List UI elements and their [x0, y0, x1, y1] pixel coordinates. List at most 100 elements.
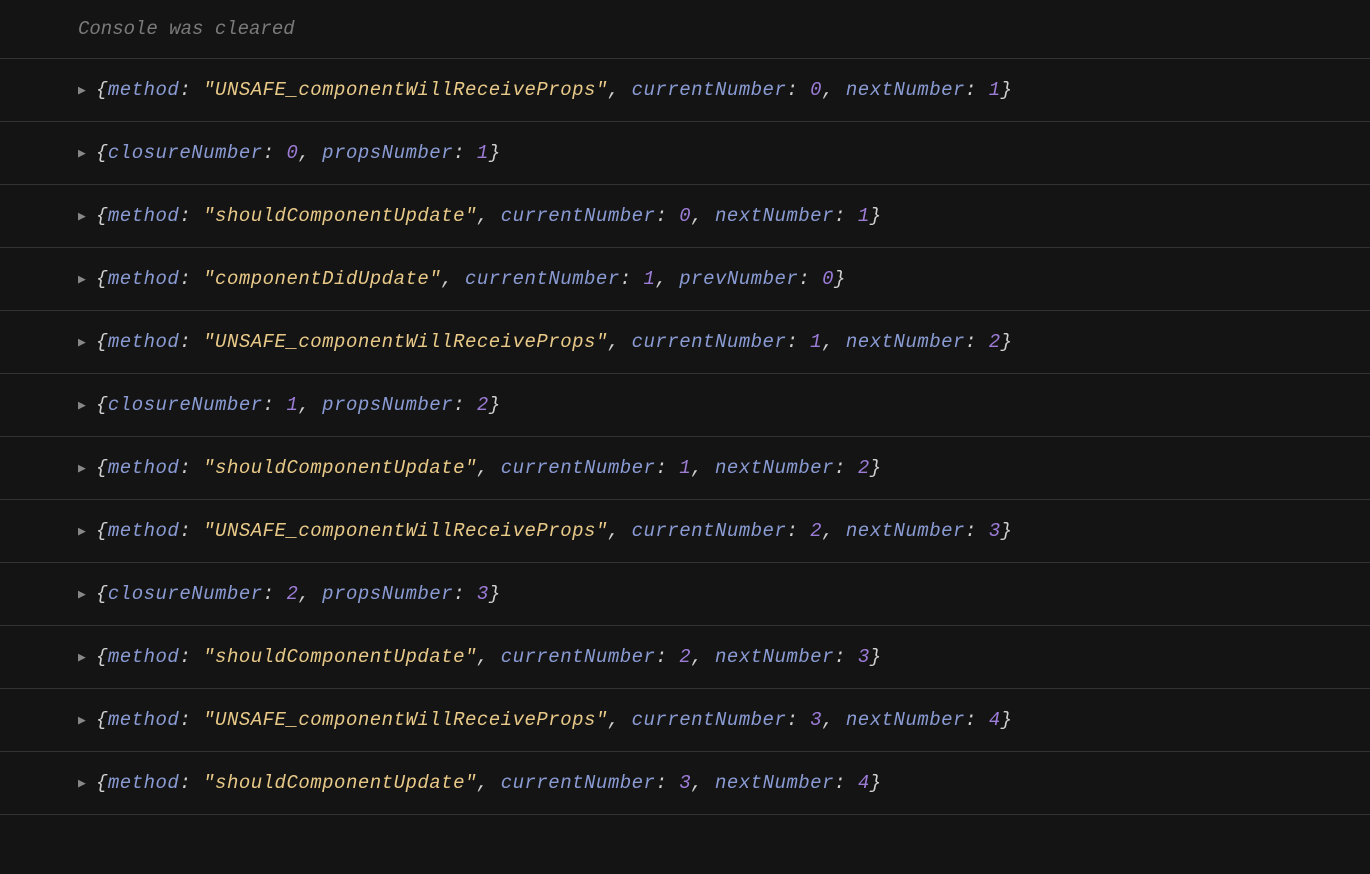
- object-key: currentNumber: [632, 331, 787, 353]
- object-number-value: 0: [286, 142, 298, 164]
- log-object: {method: "shouldComponentUpdate", curren…: [96, 205, 882, 227]
- object-key: method: [108, 772, 179, 794]
- object-string-value: "UNSAFE_componentWillReceiveProps": [203, 709, 608, 731]
- expand-arrow-icon[interactable]: ▶: [78, 209, 86, 224]
- object-number-value: 1: [858, 205, 870, 227]
- object-string-value: "shouldComponentUpdate": [203, 646, 477, 668]
- object-key: nextNumber: [846, 709, 965, 731]
- object-number-value: 1: [679, 457, 691, 479]
- log-object: {method: "UNSAFE_componentWillReceivePro…: [96, 331, 1013, 353]
- object-number-value: 2: [477, 394, 489, 416]
- expand-arrow-icon[interactable]: ▶: [78, 461, 86, 476]
- object-number-value: 0: [810, 79, 822, 101]
- object-number-value: 1: [477, 142, 489, 164]
- object-key: propsNumber: [322, 142, 453, 164]
- console-log-row[interactable]: ▶ {method: "shouldComponentUpdate", curre…: [0, 436, 1370, 499]
- log-object: {method: "UNSAFE_componentWillReceivePro…: [96, 79, 1013, 101]
- console-log-row[interactable]: ▶ {method: "shouldComponentUpdate", curre…: [0, 184, 1370, 247]
- console-log-row[interactable]: ▶ {method: "UNSAFE_componentWillReceivePr…: [0, 58, 1370, 121]
- object-string-value: "shouldComponentUpdate": [203, 205, 477, 227]
- object-string-value: "UNSAFE_componentWillReceiveProps": [203, 520, 608, 542]
- object-key: nextNumber: [715, 205, 834, 227]
- cleared-text: Console was cleared: [78, 18, 295, 40]
- object-number-value: 3: [858, 646, 870, 668]
- console-log-row[interactable]: ▶ {closureNumber: 2, propsNumber: 3}: [0, 562, 1370, 625]
- object-number-value: 3: [679, 772, 691, 794]
- expand-arrow-icon[interactable]: ▶: [78, 398, 86, 413]
- object-key: nextNumber: [715, 772, 834, 794]
- object-number-value: 2: [989, 331, 1001, 353]
- object-number-value: 3: [810, 709, 822, 731]
- object-key: nextNumber: [846, 520, 965, 542]
- expand-arrow-icon[interactable]: ▶: [78, 524, 86, 539]
- object-key: method: [108, 520, 179, 542]
- expand-arrow-icon[interactable]: ▶: [78, 713, 86, 728]
- object-key: method: [108, 268, 179, 290]
- log-object: {closureNumber: 1, propsNumber: 2}: [96, 394, 501, 416]
- log-object: {method: "shouldComponentUpdate", curren…: [96, 646, 882, 668]
- object-string-value: "shouldComponentUpdate": [203, 457, 477, 479]
- object-string-value: "componentDidUpdate": [203, 268, 441, 290]
- console-log-row[interactable]: ▶{method: "UNSAFE_componentWillReceivePr…: [0, 499, 1370, 562]
- object-key: currentNumber: [632, 709, 787, 731]
- object-number-value: 1: [810, 331, 822, 353]
- object-number-value: 1: [644, 268, 656, 290]
- log-object: {method: "shouldComponentUpdate", curren…: [96, 772, 882, 794]
- object-number-value: 2: [858, 457, 870, 479]
- object-key: method: [108, 79, 179, 101]
- object-number-value: 2: [679, 646, 691, 668]
- object-number-value: 3: [989, 520, 1001, 542]
- object-key: method: [108, 331, 179, 353]
- object-key: method: [108, 709, 179, 731]
- expand-arrow-icon[interactable]: ▶: [78, 335, 86, 350]
- log-object: {closureNumber: 2, propsNumber: 3}: [96, 583, 501, 605]
- object-key: nextNumber: [846, 331, 965, 353]
- console-log-row[interactable]: ▶ {method: "UNSAFE_componentWillReceivePr…: [0, 310, 1370, 373]
- console-cleared-message: Console was cleared: [0, 0, 1370, 58]
- expand-arrow-icon[interactable]: ▶: [78, 776, 86, 791]
- console-log-row[interactable]: ▶ {method: "componentDidUpdate", currentN…: [0, 247, 1370, 310]
- object-number-value: 0: [822, 268, 834, 290]
- object-key: closureNumber: [108, 583, 263, 605]
- console-log-row[interactable]: ▶{method: "UNSAFE_componentWillReceivePr…: [0, 688, 1370, 751]
- object-key: currentNumber: [632, 79, 787, 101]
- object-number-value: 0: [679, 205, 691, 227]
- object-number-value: 2: [286, 583, 298, 605]
- object-string-value: "shouldComponentUpdate": [203, 772, 477, 794]
- object-key: currentNumber: [501, 646, 656, 668]
- object-number-value: 4: [989, 709, 1001, 731]
- object-key: closureNumber: [108, 142, 263, 164]
- object-key: currentNumber: [465, 268, 620, 290]
- object-number-value: 1: [989, 79, 1001, 101]
- console-log-row[interactable]: ▶ {closureNumber: 1, propsNumber: 2}: [0, 373, 1370, 436]
- object-key: currentNumber: [501, 457, 656, 479]
- object-number-value: 2: [810, 520, 822, 542]
- log-object: {closureNumber: 0, propsNumber: 1}: [96, 142, 501, 164]
- console-panel: Console was cleared ▶ {method: "UNSAFE_co…: [0, 0, 1370, 815]
- object-key: propsNumber: [322, 394, 453, 416]
- object-key: nextNumber: [715, 646, 834, 668]
- console-log-row[interactable]: ▶ {method: "shouldComponentUpdate", curre…: [0, 751, 1370, 815]
- object-key: currentNumber: [632, 520, 787, 542]
- object-key: closureNumber: [108, 394, 263, 416]
- object-string-value: "UNSAFE_componentWillReceiveProps": [203, 331, 608, 353]
- object-key: method: [108, 457, 179, 479]
- expand-arrow-icon[interactable]: ▶: [78, 83, 86, 98]
- object-key: nextNumber: [846, 79, 965, 101]
- object-key: propsNumber: [322, 583, 453, 605]
- expand-arrow-icon[interactable]: ▶: [78, 272, 86, 287]
- log-object: {method: "shouldComponentUpdate", curren…: [96, 457, 882, 479]
- console-log-row[interactable]: ▶ {closureNumber: 0, propsNumber: 1}: [0, 121, 1370, 184]
- object-key: currentNumber: [501, 205, 656, 227]
- object-number-value: 1: [286, 394, 298, 416]
- expand-arrow-icon[interactable]: ▶: [78, 650, 86, 665]
- object-key: prevNumber: [679, 268, 798, 290]
- object-string-value: "UNSAFE_componentWillReceiveProps": [203, 79, 608, 101]
- object-key: method: [108, 205, 179, 227]
- expand-arrow-icon[interactable]: ▶: [78, 146, 86, 161]
- console-log-row[interactable]: ▶ {method: "shouldComponentUpdate", curre…: [0, 625, 1370, 688]
- expand-arrow-icon[interactable]: ▶: [78, 587, 86, 602]
- object-key: currentNumber: [501, 772, 656, 794]
- log-object: {method: "componentDidUpdate", currentNu…: [96, 268, 846, 290]
- object-number-value: 3: [477, 583, 489, 605]
